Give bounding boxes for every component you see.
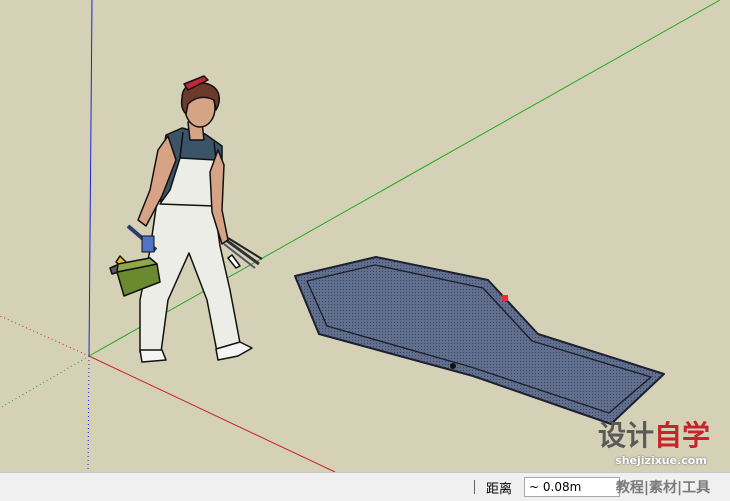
- endpoint-marker: [502, 295, 508, 301]
- measurements-label: 距离: [486, 482, 513, 497]
- red-axis-dotted: [0, 315, 90, 357]
- 3d-viewport[interactable]: 设计自学 shejizixue.com: [0, 0, 730, 472]
- scale-figure: [109, 75, 263, 363]
- watermark-tags: 教程|素材|工具: [615, 480, 711, 496]
- watermark-brand-gray: 设计: [598, 419, 655, 452]
- hand-tools-icon: [223, 237, 263, 269]
- green-axis-dotted: [0, 355, 90, 409]
- red-axis: [88, 355, 336, 472]
- blue-axis-dotted: [87, 355, 90, 472]
- status-separator: [474, 480, 475, 494]
- watermark-brand-red: 自学: [654, 419, 711, 452]
- watermark-url: shejizixue.com: [615, 454, 707, 467]
- midpoint-marker: [450, 363, 456, 369]
- left-shoe: [139, 349, 167, 363]
- blue-axis: [88, 0, 93, 357]
- toolbox-icon: [109, 224, 161, 297]
- watermark-logo: 设计自学: [598, 414, 710, 454]
- face-polygon[interactable]: [294, 256, 665, 425]
- drawn-face[interactable]: [294, 256, 665, 425]
